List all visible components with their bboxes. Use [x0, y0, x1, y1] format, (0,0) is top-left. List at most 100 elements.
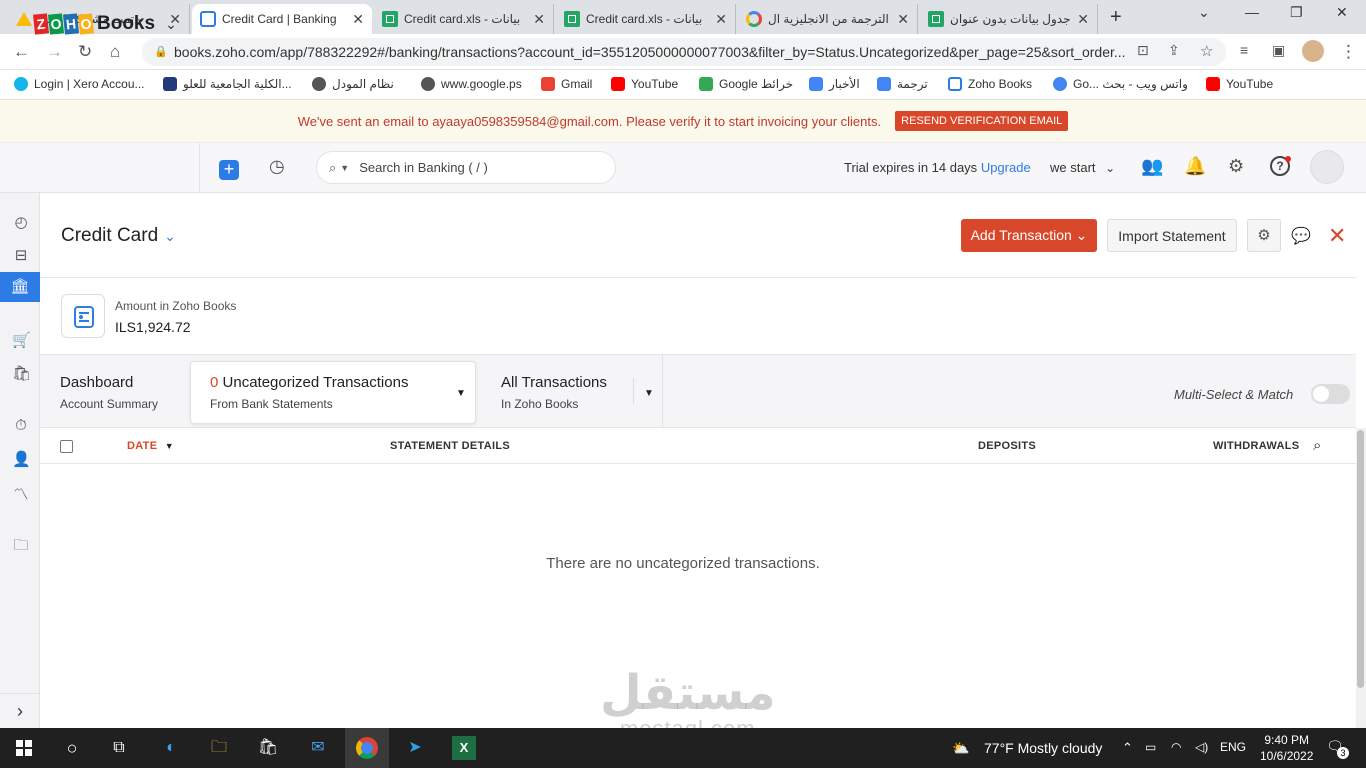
- multi-select-toggle[interactable]: [1311, 384, 1350, 404]
- translate-icon[interactable]: ⊡: [1137, 42, 1149, 59]
- url-field[interactable]: 🔒 books.zoho.com/app/788322292#/banking/…: [142, 38, 1226, 66]
- upgrade-link[interactable]: Upgrade: [981, 160, 1031, 175]
- search-icon[interactable]: ○: [60, 736, 84, 760]
- select-all-checkbox[interactable]: [60, 440, 73, 453]
- zoho-books-logo[interactable]: Z O H O Books ⌄: [32, 13, 177, 35]
- close-icon[interactable]: ✕: [1328, 223, 1346, 249]
- minimize-icon[interactable]: —: [1245, 4, 1259, 20]
- items-icon[interactable]: ⊟: [12, 246, 30, 264]
- chevron-down-icon[interactable]: ▼: [340, 163, 349, 173]
- side-panel-icon[interactable]: ▣: [1272, 42, 1285, 59]
- forward-icon[interactable]: →: [46, 42, 63, 62]
- bookmark-item[interactable]: Gmail: [541, 77, 592, 91]
- account-title[interactable]: Credit Card ⌄: [61, 225, 176, 247]
- new-tab-icon[interactable]: +: [1110, 6, 1122, 29]
- expand-sidebar-icon[interactable]: ›: [0, 693, 40, 728]
- divider: [662, 355, 663, 427]
- reading-list-icon[interactable]: ≡: [1240, 42, 1248, 58]
- browser-tab[interactable]: الترجمة من الانجليزية ال ✕: [738, 4, 918, 34]
- search-input[interactable]: ⌕ ▼ Search in Banking ( / ): [316, 151, 616, 184]
- battery-icon[interactable]: ▭: [1145, 740, 1156, 754]
- menu-icon[interactable]: ⋮: [1340, 42, 1357, 62]
- bookmark-item[interactable]: الكلية الجامعية للعلو...: [163, 77, 292, 91]
- chevron-up-icon[interactable]: ⌃: [1122, 740, 1133, 756]
- bookmark-item[interactable]: YouTube: [611, 77, 678, 91]
- bookmark-item[interactable]: ترجمة: [877, 77, 928, 91]
- bookmark-item[interactable]: Zoho Books: [948, 77, 1032, 91]
- chevron-down-icon[interactable]: ⌄: [164, 228, 176, 244]
- window-close-icon[interactable]: ✕: [1336, 4, 1348, 21]
- reload-icon[interactable]: ↻: [78, 42, 92, 62]
- windows-start-icon[interactable]: [16, 740, 32, 756]
- clock[interactable]: 9:40 PM 10/6/2022: [1260, 732, 1313, 764]
- documents-icon[interactable]: 🗀: [12, 535, 30, 554]
- bookmark-item[interactable]: www.google.ps: [421, 77, 522, 91]
- task-view-icon[interactable]: ⧉: [107, 736, 131, 760]
- bookmark-item[interactable]: YouTube: [1206, 77, 1273, 91]
- bookmark-label: الأخبار: [829, 77, 860, 91]
- file-explorer-icon[interactable]: 🗀: [207, 736, 231, 760]
- avatar[interactable]: [1310, 150, 1344, 184]
- browser-tab[interactable]: جدول بيانات بدون عنوان ✕: [920, 4, 1098, 34]
- resend-verification-button[interactable]: RESEND VERIFICATION EMAIL: [895, 111, 1069, 131]
- close-icon[interactable]: ✕: [352, 11, 364, 28]
- share-icon[interactable]: ⇪: [1168, 42, 1180, 59]
- excel-icon[interactable]: X: [452, 736, 476, 760]
- settings-button[interactable]: ⚙: [1247, 219, 1281, 252]
- bell-icon[interactable]: 🔔: [1184, 156, 1206, 177]
- tab-search-icon[interactable]: ⌄: [1198, 4, 1210, 21]
- edge-icon[interactable]: ◐: [159, 736, 183, 760]
- scrollbar-thumb[interactable]: [1357, 430, 1364, 688]
- tab-dashboard[interactable]: Dashboard Account Summary: [60, 374, 158, 411]
- accountant-icon[interactable]: 👤: [12, 450, 31, 468]
- back-icon[interactable]: ←: [13, 42, 30, 62]
- gear-icon[interactable]: ⚙: [1228, 156, 1244, 177]
- close-icon[interactable]: ✕: [533, 11, 545, 28]
- reports-icon[interactable]: 〽: [12, 483, 30, 503]
- dropdown-arrow-icon[interactable]: ▼: [644, 388, 654, 399]
- language-indicator[interactable]: ENG: [1220, 740, 1246, 754]
- add-transaction-button[interactable]: Add Transaction ⌄: [961, 219, 1097, 252]
- bookmark-item[interactable]: Google خرائط: [699, 77, 793, 91]
- close-icon[interactable]: ✕: [897, 11, 909, 28]
- weather-text[interactable]: 77°F Mostly cloudy: [984, 740, 1102, 756]
- profile-avatar[interactable]: [1302, 40, 1324, 62]
- quick-create-button[interactable]: +: [219, 160, 239, 180]
- sales-icon[interactable]: 🛒: [12, 331, 31, 349]
- close-icon[interactable]: ✕: [715, 11, 727, 28]
- browser-tab[interactable]: Credit card.xls - بيانات ✕: [374, 4, 554, 34]
- comment-icon[interactable]: 💬: [1291, 226, 1311, 246]
- bookmark-star-icon[interactable]: ☆: [1200, 42, 1213, 60]
- browser-tab[interactable]: Credit Card | Banking ✕: [192, 4, 372, 34]
- restore-icon[interactable]: ❐: [1290, 4, 1303, 21]
- recent-history-icon[interactable]: ◷: [269, 156, 285, 177]
- mail-icon[interactable]: ✉: [306, 736, 330, 760]
- dropdown-arrow-icon[interactable]: ▼: [456, 388, 466, 399]
- tab-uncategorized-text[interactable]: 0 Uncategorized Transactions From Bank S…: [210, 374, 408, 411]
- home-icon[interactable]: ⌂: [110, 42, 120, 62]
- chevron-down-icon[interactable]: ⌄: [165, 16, 177, 33]
- organization-switcher[interactable]: we start ⌄: [1050, 160, 1115, 175]
- search-icon[interactable]: ⌕: [1313, 437, 1321, 454]
- volume-icon[interactable]: ◁): [1195, 740, 1208, 754]
- bookmark-item[interactable]: Go... واتس ويب - بحث: [1053, 77, 1188, 91]
- time-tracking-icon[interactable]: ⏱: [12, 417, 30, 435]
- users-icon[interactable]: 👥: [1141, 156, 1163, 177]
- close-icon[interactable]: ✕: [1077, 11, 1089, 28]
- banking-icon[interactable]: 🏛: [0, 272, 40, 302]
- tab-all-transactions[interactable]: All Transactions In Zoho Books: [501, 374, 607, 411]
- scrollbar[interactable]: [1356, 428, 1366, 728]
- store-icon[interactable]: 🛍: [256, 736, 280, 760]
- import-statement-button[interactable]: Import Statement: [1107, 219, 1237, 252]
- wifi-icon[interactable]: ◠: [1171, 740, 1181, 754]
- purchases-icon[interactable]: 🛍: [12, 364, 31, 382]
- bookmark-label: YouTube: [1226, 77, 1274, 91]
- bookmark-item[interactable]: الأخبار: [809, 77, 860, 91]
- bookmark-item[interactable]: نظام المودل: [312, 77, 394, 91]
- dashboard-icon[interactable]: ◴: [12, 213, 30, 231]
- telegram-icon[interactable]: ➤: [403, 736, 427, 760]
- bookmark-item[interactable]: Login | Xero Accou...: [14, 77, 145, 91]
- chrome-icon[interactable]: [345, 728, 389, 768]
- column-date[interactable]: DATE ▼: [127, 440, 174, 452]
- browser-tab[interactable]: Credit card.xls - بيانات ✕: [556, 4, 736, 34]
